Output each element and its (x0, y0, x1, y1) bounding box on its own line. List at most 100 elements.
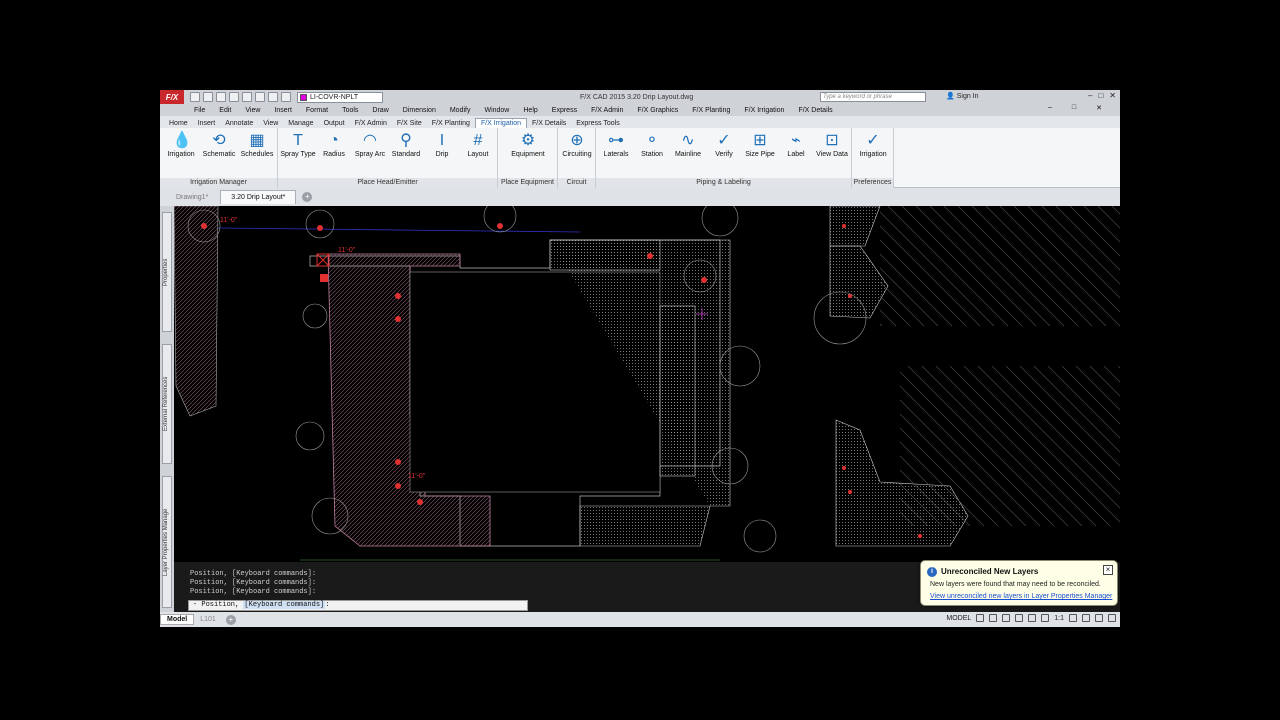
menu-f-x-planting[interactable]: F/X Planting (692, 107, 730, 114)
model-space-toggle[interactable]: MODEL (946, 615, 971, 622)
radius-button[interactable]: ◔ Radius (316, 130, 352, 158)
save-as-icon[interactable] (229, 92, 239, 102)
external-references-tab[interactable]: External References (162, 344, 172, 464)
open-icon[interactable] (203, 92, 213, 102)
save-icon[interactable] (216, 92, 226, 102)
spray-arc-button[interactable]: ◠ Spray Arc (352, 130, 388, 158)
menu-express[interactable]: Express (552, 107, 577, 114)
menu-help[interactable]: Help (523, 107, 537, 114)
isolate-icon[interactable] (1082, 614, 1090, 622)
menu-window[interactable]: Window (484, 107, 509, 114)
customize-menu-icon[interactable] (1108, 614, 1116, 622)
menu-f-x-graphics[interactable]: F/X Graphics (637, 107, 678, 114)
view-data-icon: ⊡ (825, 132, 839, 149)
hardware-icon[interactable] (1095, 614, 1103, 622)
notification-close-button[interactable]: × (1103, 565, 1113, 575)
view-data-button[interactable]: ⊡ View Data (814, 130, 850, 158)
ortho-icon[interactable] (1002, 614, 1011, 622)
command-prompt-prefix: - Position, (193, 601, 244, 609)
workspace-gear-icon[interactable] (1069, 614, 1077, 622)
polar-icon[interactable] (1015, 614, 1024, 622)
command-history: Position, [Keyboard commands]: Position, … (190, 570, 316, 597)
osnap-icon[interactable] (1028, 614, 1037, 622)
menu-file[interactable]: File (194, 107, 205, 114)
menu-dimension[interactable]: Dimension (403, 107, 436, 114)
layer-properties-tab[interactable]: Layer Properties Manage (162, 476, 172, 608)
menu-insert[interactable]: Insert (274, 107, 292, 114)
document-tab-drip-layout[interactable]: 3.20 Drip Layout* (220, 190, 297, 204)
doc-minimize-button[interactable]: – (1048, 104, 1052, 112)
ribbon-tab-output[interactable]: Output (319, 119, 350, 128)
menu-edit[interactable]: Edit (219, 107, 231, 114)
ribbon-tab-home[interactable]: Home (164, 119, 193, 128)
irrigation-button[interactable]: 💧 Irrigation (163, 130, 199, 158)
ribbon-panel: 💧 Irrigation ⟲ Schematic ▦ Schedules Irrigatio… (160, 128, 1120, 188)
sign-in-button[interactable]: 👤 Sign In (946, 92, 979, 101)
size-pipe-button[interactable]: ⊞ Size Pipe (742, 130, 778, 158)
ribbon-button-label: Irrigation (167, 151, 195, 158)
drip-button[interactable]: I Drip (424, 130, 460, 158)
equipment-button[interactable]: ⚙ Equipment (510, 130, 546, 158)
ribbon-tab-express-tools[interactable]: Express Tools (571, 119, 624, 128)
model-layout-tab[interactable]: Model (160, 614, 195, 625)
search-input[interactable]: Type a keyword or phrase (820, 92, 926, 102)
notification-link[interactable]: View unreconciled new layers in Layer Pr… (930, 593, 1112, 600)
ribbon-tab-annotate[interactable]: Annotate (220, 119, 258, 128)
minimize-button[interactable]: – (1088, 91, 1092, 100)
menu-draw[interactable]: Draw (372, 107, 388, 114)
layer-on-icon[interactable] (281, 92, 291, 102)
match-properties-icon[interactable] (268, 92, 278, 102)
ribbon-tab-insert[interactable]: Insert (193, 119, 221, 128)
menu-tools[interactable]: Tools (342, 107, 358, 114)
grid-icon[interactable] (976, 614, 985, 622)
verify-button[interactable]: ✓ Verify (706, 130, 742, 158)
ribbon-button-label: View Data (816, 151, 848, 158)
undo-icon[interactable] (242, 92, 252, 102)
annotation-icon[interactable] (1041, 614, 1050, 622)
l101-layout-tab[interactable]: L101 (194, 615, 222, 624)
app-logo[interactable]: F/X (160, 90, 184, 104)
doc-restore-button[interactable]: □ (1072, 104, 1076, 112)
new-document-tab-icon[interactable]: + (302, 192, 313, 202)
snap-icon[interactable] (989, 614, 998, 622)
new-icon[interactable] (190, 92, 200, 102)
close-button[interactable]: ✕ (1109, 91, 1116, 100)
drawing-svg[interactable]: 11'-0" 11'-0" 11'-0" (160, 206, 1120, 562)
annotation-scale[interactable]: 1:1 (1054, 615, 1064, 622)
ribbon-tab-f-x-details[interactable]: F/X Details (527, 119, 571, 128)
drawing-canvas[interactable]: 11'-0" 11'-0" 11'-0" (160, 206, 1120, 562)
keyboard-commands-option[interactable]: [Keyboard commands] (243, 601, 326, 609)
ribbon-tab-f-x-irrigation[interactable]: F/X Irrigation (474, 118, 528, 128)
menu-f-x-admin[interactable]: F/X Admin (591, 107, 623, 114)
layout-button[interactable]: # Layout (460, 130, 496, 158)
ribbon-tab-f-x-admin[interactable]: F/X Admin (350, 119, 392, 128)
station-button[interactable]: ⚬ Station (634, 130, 670, 158)
circuiting-button[interactable]: ⊕ Circuiting (559, 130, 595, 158)
standard-button[interactable]: ⚲ Standard (388, 130, 424, 158)
document-tab-drawing1[interactable]: Drawing1* (166, 191, 218, 204)
menu-modify[interactable]: Modify (450, 107, 471, 114)
add-layout-icon[interactable]: + (225, 614, 236, 625)
command-input[interactable]: - Position, [Keyboard commands]: (188, 600, 528, 611)
irrigation-button[interactable]: ✓ Irrigation (855, 130, 891, 158)
spray-type-button[interactable]: T Spray Type (280, 130, 316, 158)
menu-f-x-irrigation[interactable]: F/X Irrigation (744, 107, 784, 114)
laterals-button[interactable]: ⊶ Laterals (598, 130, 634, 158)
menu-format[interactable]: Format (306, 107, 328, 114)
ribbon-tab-manage[interactable]: Manage (283, 119, 318, 128)
circuiting-icon: ⊕ (570, 132, 584, 149)
label-button[interactable]: ⌁ Label (778, 130, 814, 158)
ribbon-tab-f-x-site[interactable]: F/X Site (392, 119, 427, 128)
maximize-button[interactable]: □ (1098, 91, 1103, 100)
layer-dropdown[interactable]: LI-COVR-NPLT (297, 91, 383, 103)
ribbon-tab-f-x-planting[interactable]: F/X Planting (427, 119, 475, 128)
menu-view[interactable]: View (245, 107, 260, 114)
doc-close-button[interactable]: ✕ (1096, 104, 1102, 112)
schematic-button[interactable]: ⟲ Schematic (201, 130, 237, 158)
ribbon-tab-view[interactable]: View (258, 119, 283, 128)
mainline-button[interactable]: ∿ Mainline (670, 130, 706, 158)
properties-palette-tab[interactable]: Properties (162, 212, 172, 332)
schedules-button[interactable]: ▦ Schedules (239, 130, 275, 158)
menu-f-x-details[interactable]: F/X Details (798, 107, 832, 114)
redo-icon[interactable] (255, 92, 265, 102)
